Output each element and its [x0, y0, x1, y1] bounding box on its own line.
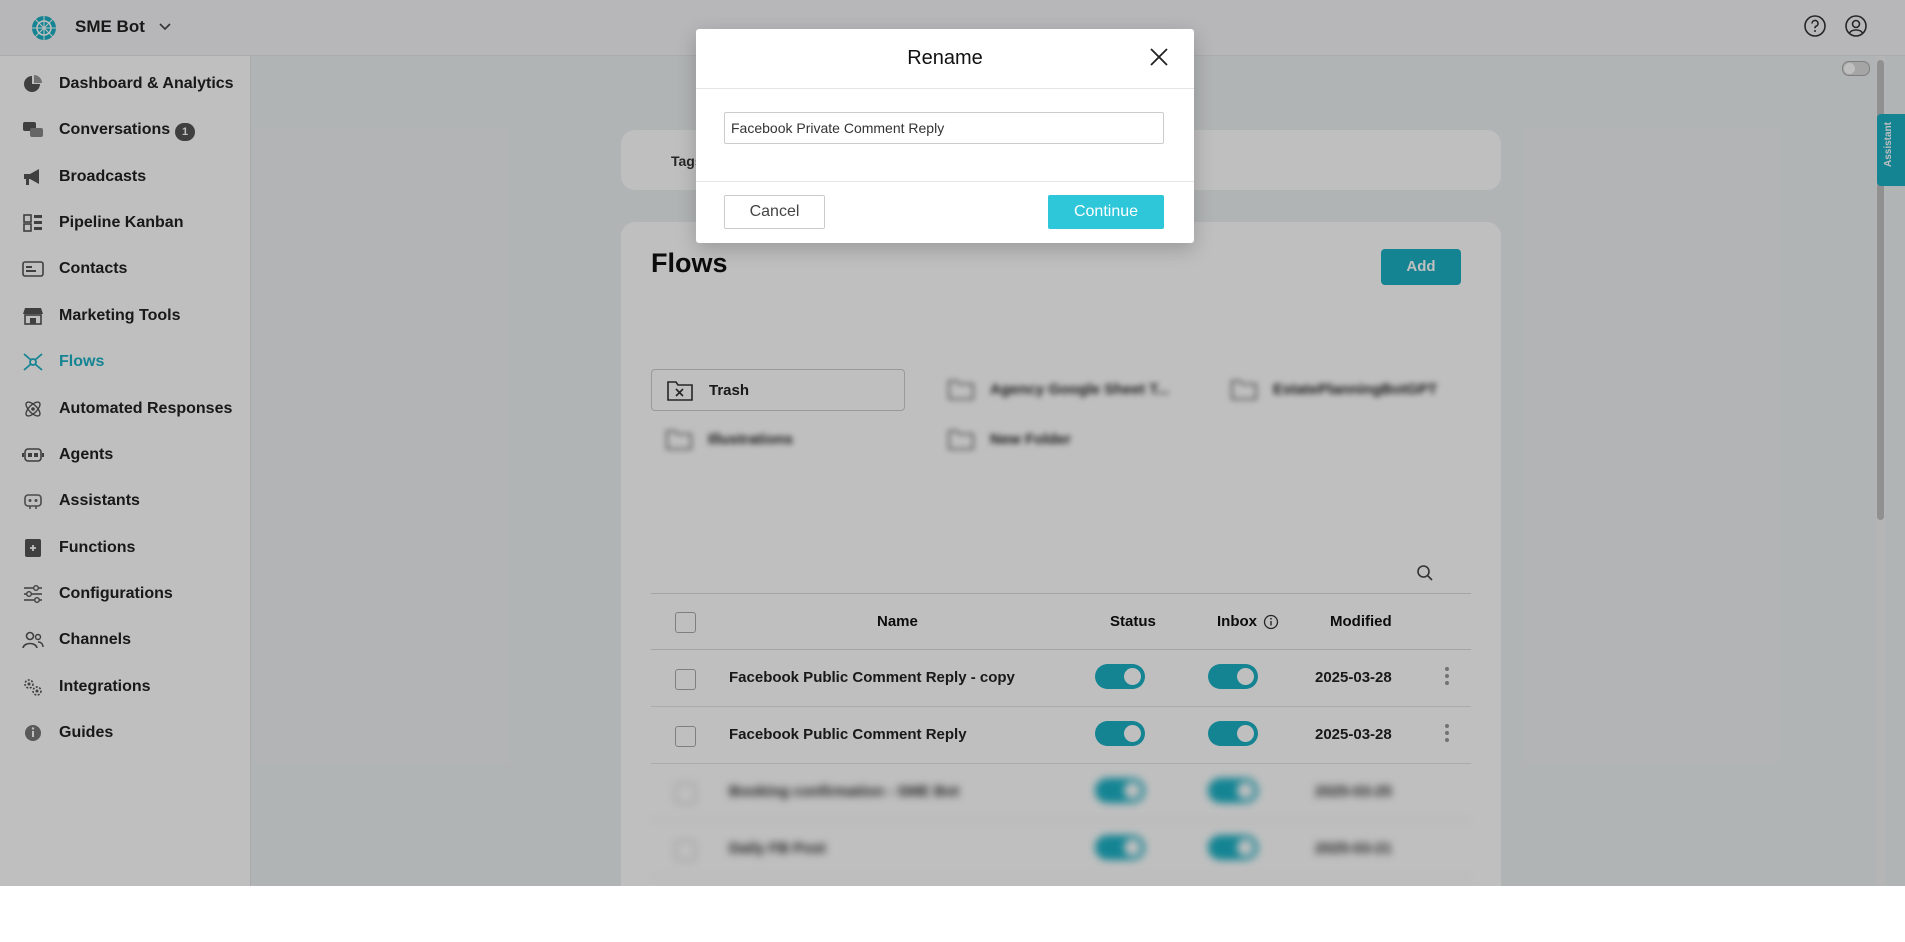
divider [696, 88, 1194, 89]
continue-button[interactable]: Continue [1048, 195, 1164, 229]
cancel-button[interactable]: Cancel [724, 195, 825, 229]
rename-input[interactable] [724, 112, 1164, 144]
dialog-title: Rename [907, 47, 983, 69]
rename-dialog: Rename Cancel Continue [696, 29, 1194, 243]
close-icon[interactable] [1148, 46, 1170, 68]
divider [696, 181, 1194, 182]
